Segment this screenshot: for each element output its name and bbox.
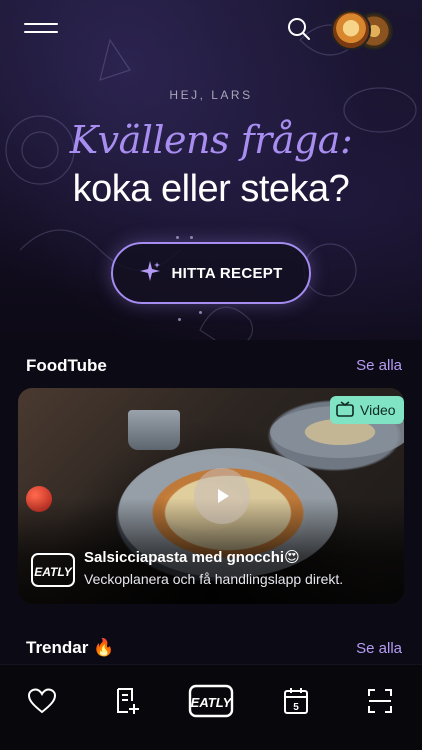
decor-dot bbox=[178, 318, 181, 321]
find-recipe-button[interactable]: HITTA RECEPT bbox=[111, 242, 311, 304]
decor-dot bbox=[199, 311, 202, 314]
greeting-text: HEJ, LARS bbox=[169, 88, 253, 102]
headline-question: Kvällens fråga: bbox=[69, 118, 353, 162]
hamburger-menu-icon[interactable] bbox=[24, 18, 60, 38]
profile-avatars[interactable] bbox=[331, 10, 401, 50]
find-recipe-label: HITTA RECEPT bbox=[171, 264, 283, 282]
eatly-logo-icon: EATLY bbox=[30, 550, 76, 590]
search-icon[interactable] bbox=[286, 16, 312, 42]
avatar[interactable] bbox=[331, 10, 371, 50]
video-badge: Video bbox=[330, 396, 404, 424]
video-badge-label: Video bbox=[360, 402, 396, 418]
video-card[interactable]: Video EATLY Salsicciapasta med gnocchi😍 … bbox=[18, 388, 404, 604]
recipe-list-add-icon[interactable] bbox=[109, 683, 145, 719]
svg-text:EATLY: EATLY bbox=[34, 565, 73, 579]
trends-see-all-link[interactable]: Se alla bbox=[356, 640, 402, 657]
eatly-logo-icon[interactable]: EATLY bbox=[188, 683, 234, 719]
headline-subtitle: koka eller steka? bbox=[72, 168, 350, 210]
video-title: Salsicciapasta med gnocchi😍 bbox=[84, 549, 300, 566]
trends-section-title: Trendar 🔥 bbox=[26, 638, 115, 657]
sparkle-icon bbox=[139, 260, 161, 287]
svg-text:5: 5 bbox=[293, 702, 299, 713]
decor-dot bbox=[190, 236, 193, 239]
tv-icon bbox=[336, 400, 354, 420]
foodtube-section-title: FoodTube bbox=[26, 356, 107, 375]
top-bar bbox=[0, 0, 422, 60]
food-image-mug bbox=[128, 410, 180, 450]
foodtube-see-all-link[interactable]: Se alla bbox=[356, 357, 402, 374]
play-icon[interactable] bbox=[194, 468, 250, 524]
decor-dot bbox=[176, 236, 179, 239]
calendar-icon[interactable]: 5 bbox=[278, 683, 314, 719]
bottom-navigation: EATLY 5 bbox=[0, 664, 422, 750]
svg-text:EATLY: EATLY bbox=[191, 695, 233, 710]
heart-icon[interactable] bbox=[24, 683, 60, 719]
scan-icon[interactable] bbox=[362, 683, 398, 719]
video-subtitle: Veckoplanera och få handlingslapp direkt… bbox=[84, 571, 344, 587]
